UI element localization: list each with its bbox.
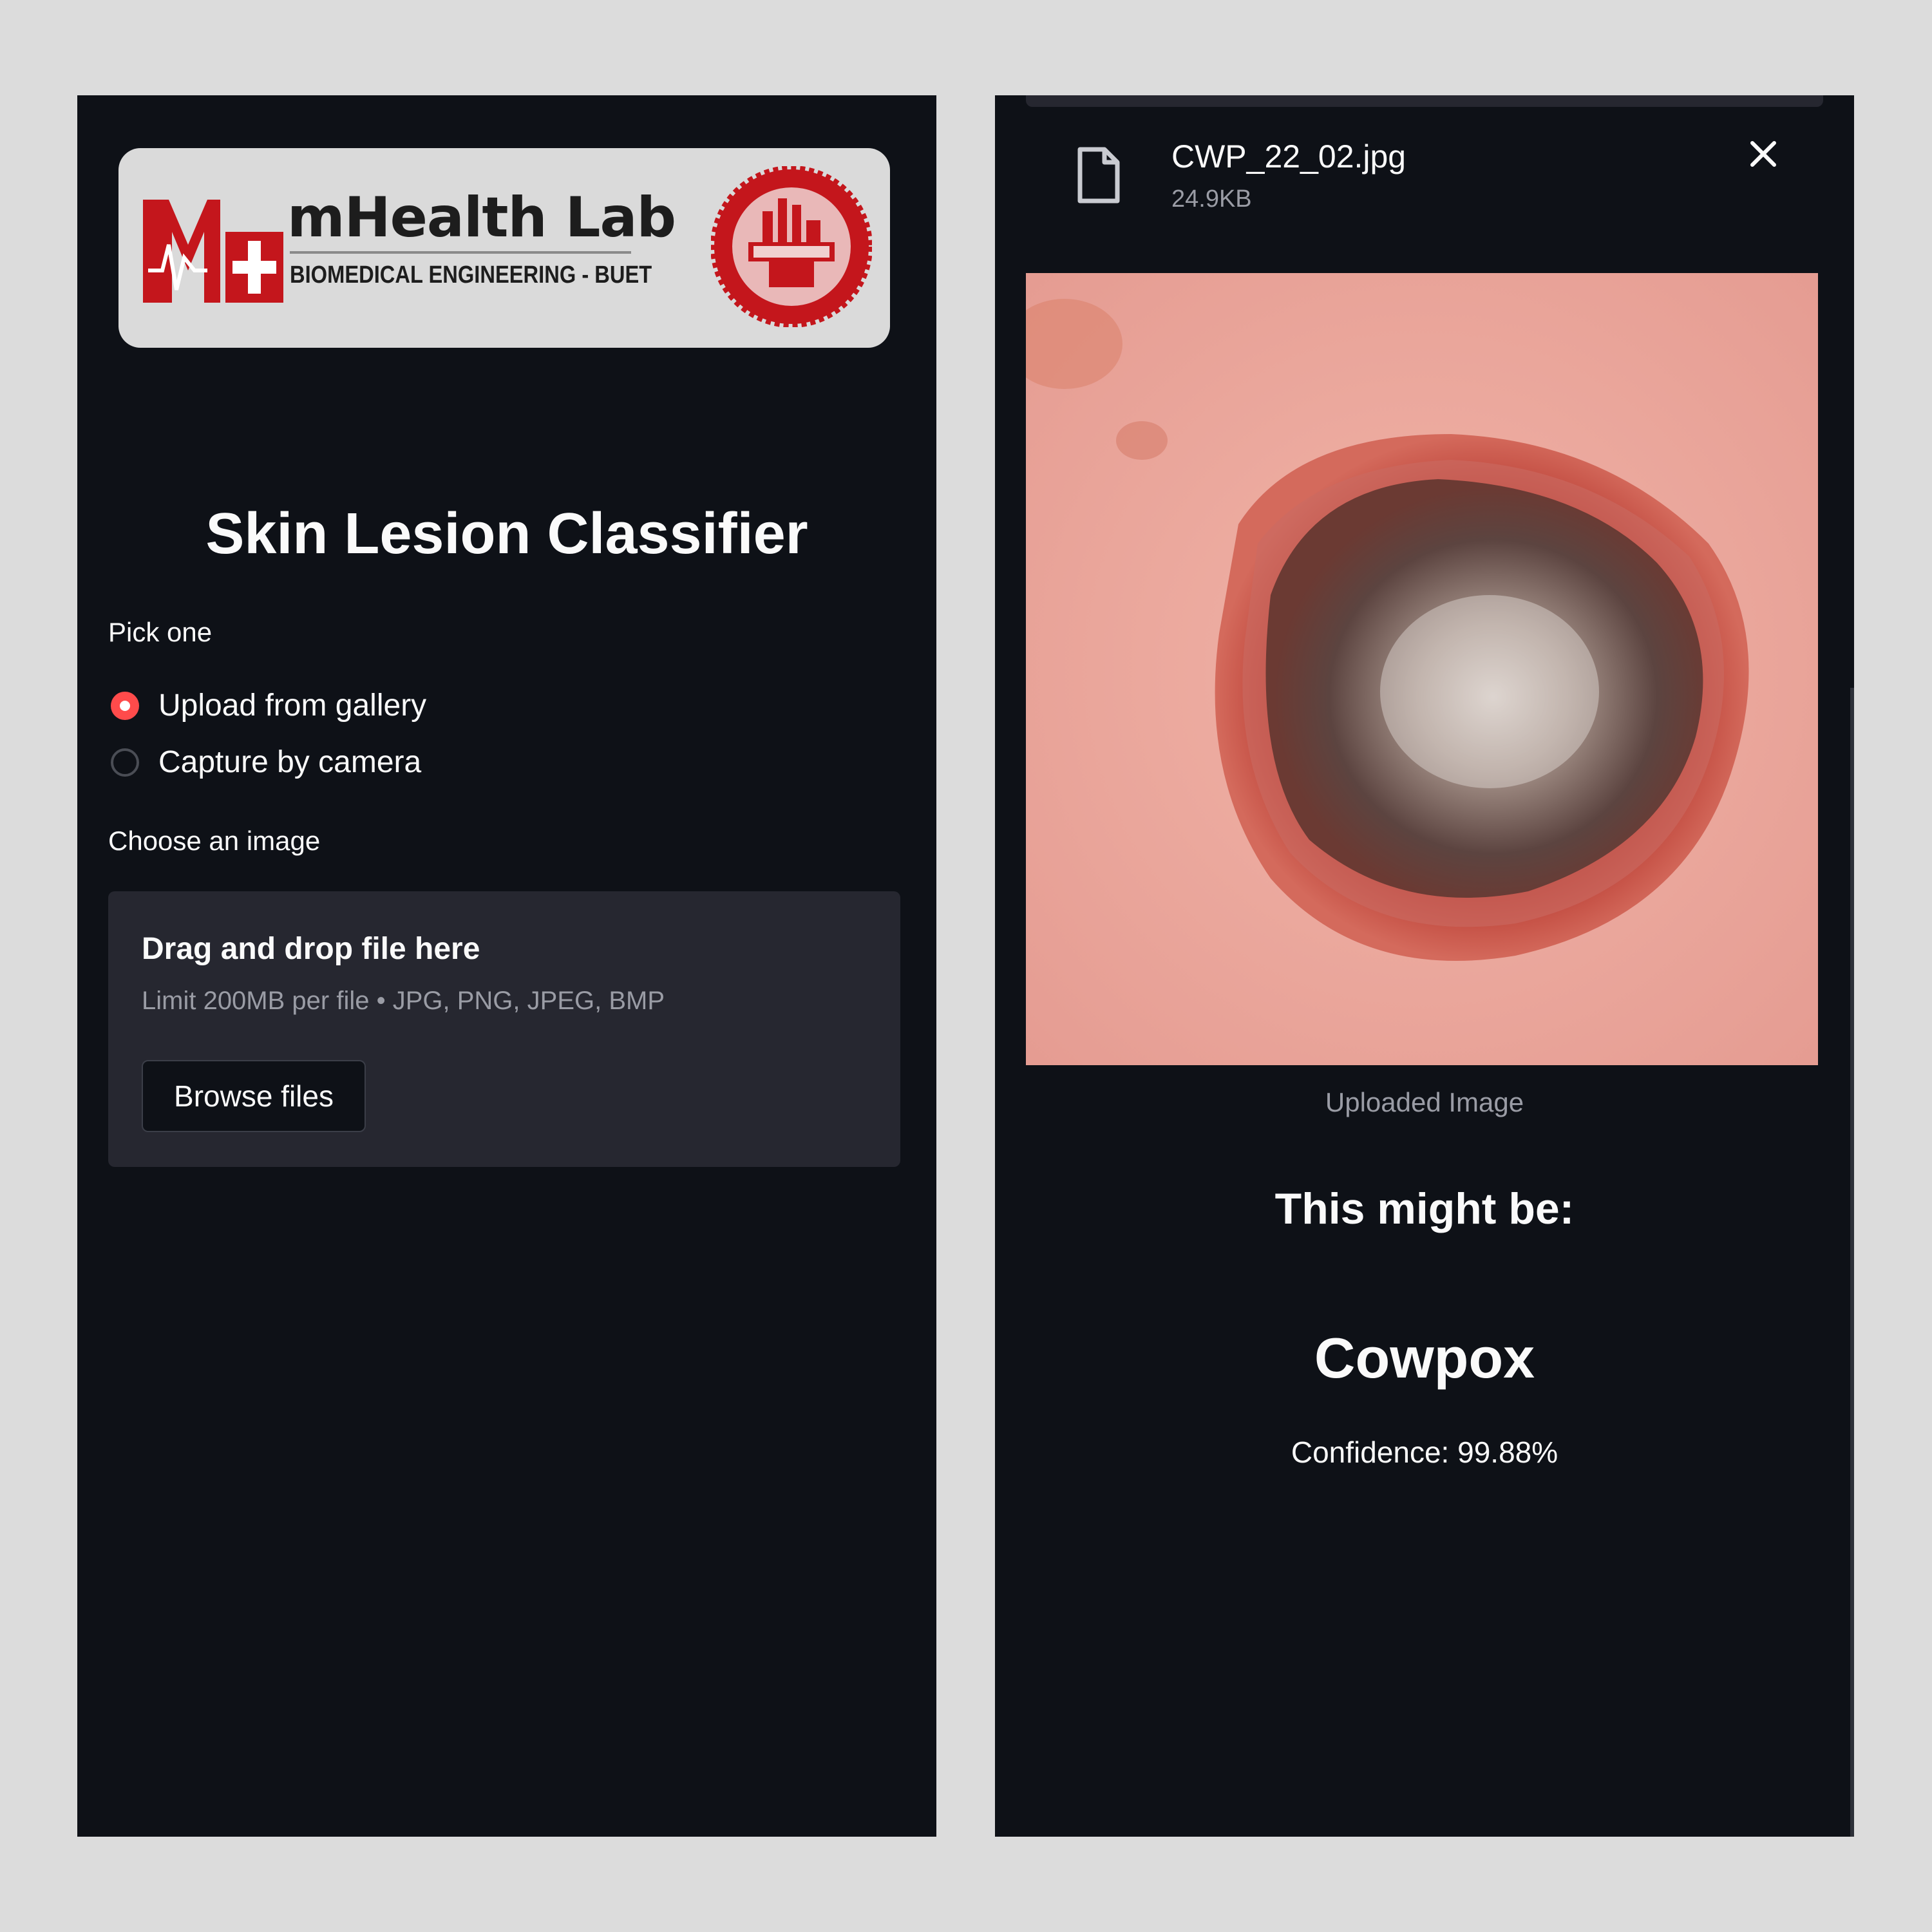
buet-seal-icon [711, 166, 872, 327]
sidebar-screen: mHealth Lab BIOMEDICAL ENGINEERING - BUE… [77, 95, 936, 1837]
file-icon [1077, 147, 1120, 204]
logo-title: mHealth Lab [287, 185, 676, 250]
image-caption: Uploaded Image [1325, 1087, 1524, 1117]
uploader-label: Choose an image [108, 826, 321, 856]
logo-divider [290, 251, 631, 254]
browse-files-button[interactable]: Browse files [142, 1060, 366, 1132]
results-screen: CWP_22_02.jpg 24.9KB Uploaded Image This… [995, 95, 1854, 1837]
mhealth-logo-icon [143, 200, 283, 303]
dropzone-limit-text: Limit 200MB per file • JPG, PNG, JPEG, B… [142, 987, 665, 1015]
radio-label: Capture by camera [158, 745, 422, 779]
scrollbar[interactable] [1850, 688, 1854, 1837]
app-title: Skin Lesion Classifier [205, 502, 808, 566]
result-heading: This might be: [1274, 1184, 1575, 1233]
lab-logo: mHealth Lab BIOMEDICAL ENGINEERING - BUE… [118, 148, 890, 348]
logo-subtitle: BIOMEDICAL ENGINEERING - BUET [290, 261, 652, 289]
radio-upload-from-gallery[interactable]: Upload from gallery [111, 688, 426, 723]
radio-capture-by-camera[interactable]: Capture by camera [111, 744, 421, 780]
radio-unselected-icon [111, 748, 139, 777]
dropzone-title: Drag and drop file here [142, 932, 480, 966]
confidence-text: Confidence: 99.88% [1291, 1435, 1558, 1469]
radio-label: Upload from gallery [158, 688, 427, 723]
file-dropzone[interactable]: Drag and drop file here Limit 200MB per … [108, 891, 900, 1167]
input-mode-label: Pick one [108, 617, 213, 647]
predicted-class: Cowpox [1314, 1326, 1535, 1390]
container-edge [1026, 95, 1823, 107]
close-icon[interactable] [1747, 138, 1779, 170]
uploaded-file-name: CWP_22_02.jpg [1171, 138, 1406, 175]
radio-selected-icon [111, 691, 139, 720]
uploaded-lesion-image [1026, 273, 1818, 1065]
uploaded-file-size: 24.9KB [1171, 185, 1252, 213]
